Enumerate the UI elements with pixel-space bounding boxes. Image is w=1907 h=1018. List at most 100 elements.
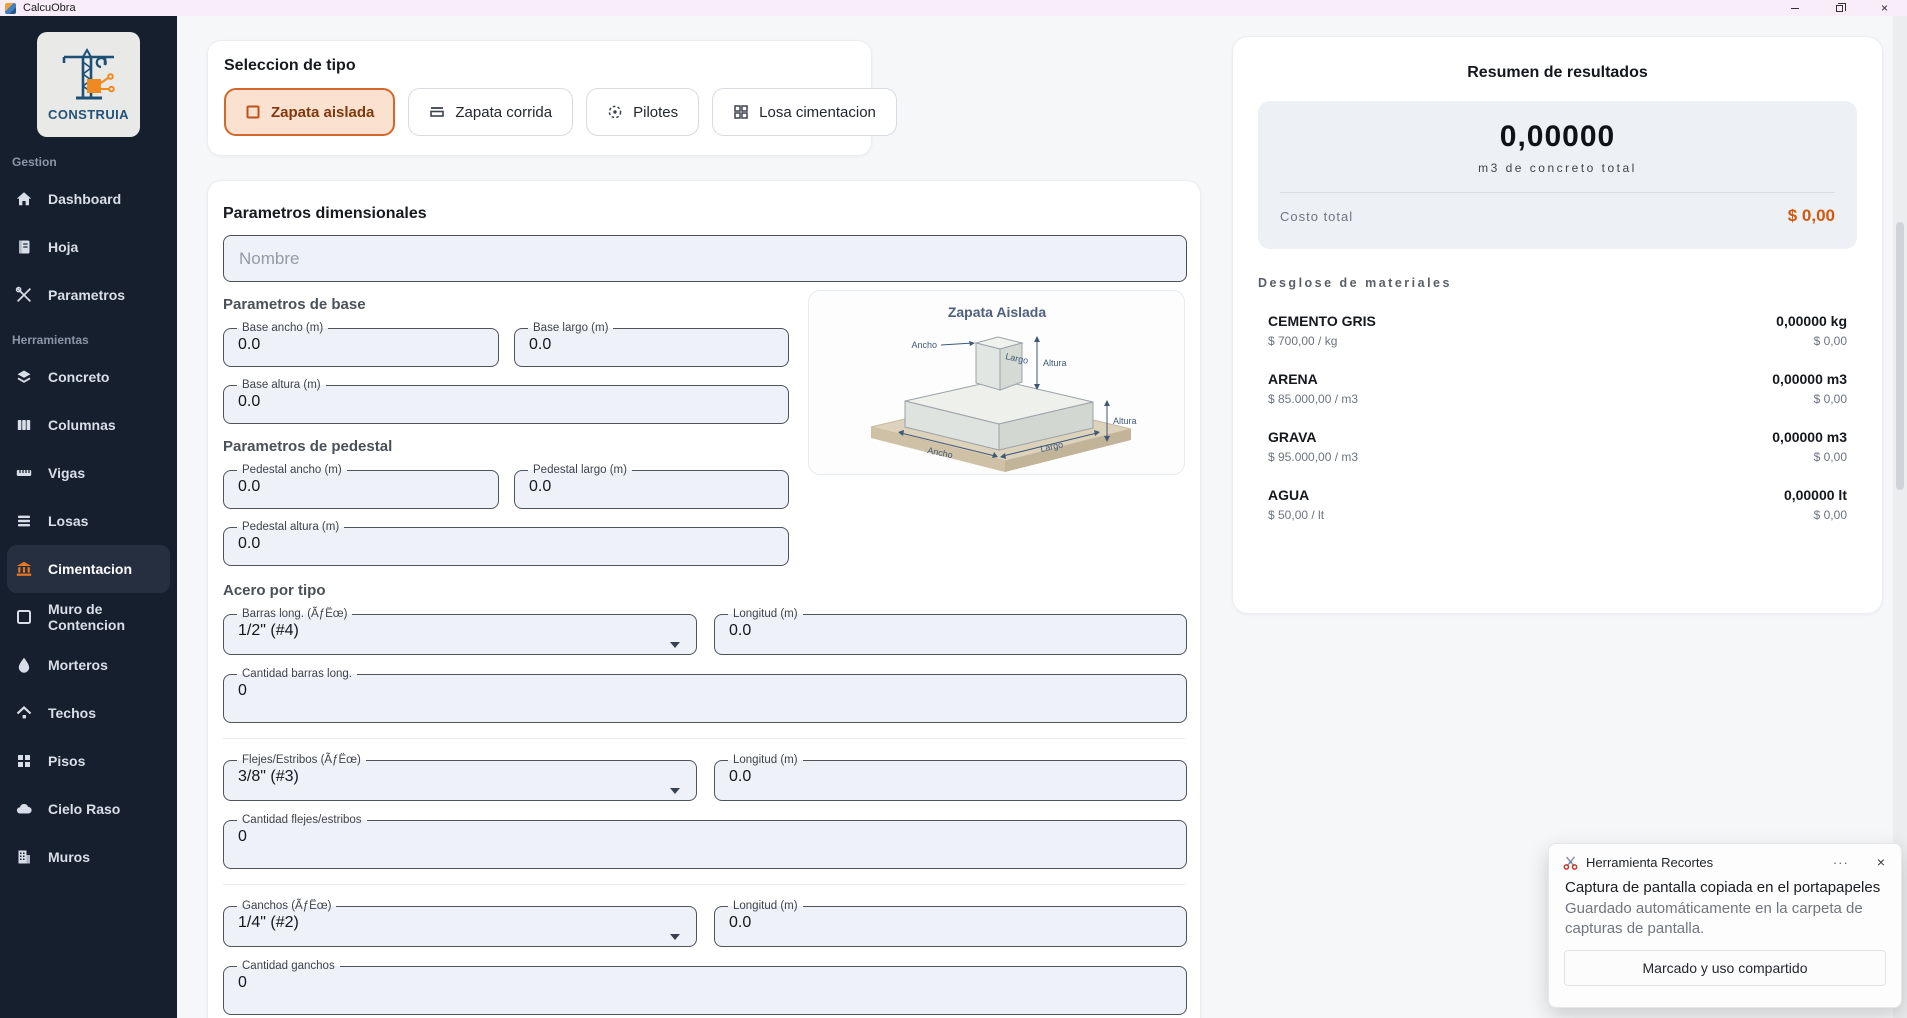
base-ancho-field[interactable]: Base ancho (m) 0.0: [223, 322, 499, 367]
material-quantity: 0,00000 m3: [1772, 371, 1847, 387]
acero-section-title: Acero por tipo: [223, 582, 1185, 599]
snipping-tool-toast: Herramienta Recortes ··· × Captura de pa…: [1548, 843, 1902, 1008]
material-total: $ 0,00: [1814, 392, 1847, 406]
type-option-zapata-corrida[interactable]: Zapata corrida: [408, 88, 573, 136]
grid-outline-icon: [733, 104, 749, 120]
ruler-icon: [14, 464, 34, 482]
section-label-herramientas: Herramientas: [0, 319, 177, 353]
type-option-pilotes[interactable]: Pilotes: [586, 88, 699, 136]
home-icon: [14, 190, 34, 208]
type-selector-card: Seleccion de tipo Zapata aislada Zapata …: [207, 40, 872, 156]
droplet-icon: [14, 656, 34, 674]
tools-icon: [14, 286, 34, 304]
toast-action-button[interactable]: Marcado y uso compartido: [1564, 950, 1886, 986]
material-name: CEMENTO GRIS: [1268, 313, 1376, 329]
minimize-button[interactable]: [1772, 0, 1817, 16]
target-icon: [607, 104, 623, 120]
material-name: GRAVA: [1268, 429, 1316, 445]
sidebar-item-columnas[interactable]: Columnas: [0, 401, 177, 449]
base-altura-field[interactable]: Base altura (m) 0.0: [223, 379, 789, 424]
material-quantity: 0,00000 kg: [1776, 313, 1847, 329]
bank-icon: [14, 560, 34, 578]
cloud-icon: [14, 800, 34, 818]
app-icon: [5, 3, 16, 14]
name-input[interactable]: [223, 235, 1187, 282]
toast-title: Captura de pantalla copiada en el portap…: [1565, 879, 1885, 896]
barras-longitud-field[interactable]: Longitud (m) 0.0: [714, 608, 1187, 655]
building-icon: [14, 848, 34, 866]
total-concrete-unit: m3 de concreto total: [1280, 161, 1835, 175]
total-concrete-value: 0,00000: [1280, 101, 1835, 154]
type-selector-title: Seleccion de tipo: [224, 57, 855, 75]
sidebar-item-muro-de-contencion[interactable]: Muro de Contencion: [0, 593, 177, 641]
dropdown-caret-icon: [670, 642, 680, 648]
material-quantity: 0,00000 lt: [1784, 487, 1847, 503]
illustration-title: Zapata Aislada: [948, 304, 1047, 320]
material-total: $ 0,00: [1814, 334, 1847, 348]
roof-icon: [14, 704, 34, 722]
results-card: Resumen de resultados 0,00000 m3 de conc…: [1232, 36, 1883, 614]
sidebar-item-pisos[interactable]: Pisos: [0, 737, 177, 785]
sidebar-item-concreto[interactable]: Concreto: [0, 353, 177, 401]
square-icon: [14, 608, 34, 626]
maximize-icon: [1836, 5, 1843, 12]
material-row-cemento: CEMENTO GRIS0,00000 kg $ 700,00 / kg$ 0,…: [1258, 313, 1857, 348]
sidebar-item-losas[interactable]: Losas: [0, 497, 177, 545]
pedestal-ancho-field[interactable]: Pedestal ancho (m) 0.0: [223, 464, 499, 509]
grid-icon: [14, 752, 34, 770]
material-unit-price: $ 85.000,00 / m3: [1268, 392, 1358, 406]
toast-menu-button[interactable]: ···: [1833, 855, 1849, 870]
strip-footing-icon: [429, 104, 445, 120]
barras-long-select[interactable]: Barras long. (ÃƒËœ) 1/2" (#4): [223, 608, 697, 655]
crane-logo-icon: [58, 48, 120, 106]
form-title: Parametros dimensionales: [223, 205, 1185, 223]
svg-text:Altura: Altura: [1113, 416, 1137, 426]
flejes-longitud-field[interactable]: Longitud (m) 0.0: [714, 754, 1187, 801]
slabs-icon: [14, 512, 34, 530]
ganchos-longitud-field[interactable]: Longitud (m) 0.0: [714, 900, 1187, 947]
sidebar-item-vigas[interactable]: Vigas: [0, 449, 177, 497]
sidebar: CONSTRUIA Gestion Dashboard Hoja Paramet…: [0, 16, 177, 1018]
sidebar-item-cielo-raso[interactable]: Cielo Raso: [0, 785, 177, 833]
layers-icon: [14, 368, 34, 386]
ganchos-select[interactable]: Ganchos (ÃƒËœ) 1/4" (#2): [223, 900, 697, 947]
maximize-button[interactable]: [1817, 0, 1862, 16]
pedestal-altura-field[interactable]: Pedestal altura (m) 0.0: [223, 521, 789, 566]
pedestal-largo-field[interactable]: Pedestal largo (m) 0.0: [514, 464, 789, 509]
summary-divider: [1280, 192, 1835, 193]
toast-app-name: Herramienta Recortes: [1586, 855, 1713, 870]
toast-close-button[interactable]: ×: [1877, 854, 1885, 870]
dropdown-caret-icon: [670, 934, 680, 940]
cantidad-flejes-field[interactable]: Cantidad flejes/estribos 0: [223, 814, 1187, 869]
sidebar-item-morteros[interactable]: Morteros: [0, 641, 177, 689]
sidebar-item-dashboard[interactable]: Dashboard: [0, 175, 177, 223]
cantidad-barras-field[interactable]: Cantidad barras long. 0: [223, 668, 1187, 723]
sidebar-item-parametros[interactable]: Parametros: [0, 271, 177, 319]
base-largo-field[interactable]: Base largo (m) 0.0: [514, 322, 789, 367]
group-divider: [223, 738, 1185, 739]
group-divider: [223, 884, 1185, 885]
toast-subtitle: Guardado automáticamente en la carpeta d…: [1565, 899, 1885, 938]
zapata-illustration: Zapata Aislada Ancho: [808, 290, 1185, 475]
logo-text: CONSTRUIA: [48, 107, 129, 122]
flejes-estribos-select[interactable]: Flejes/Estribos (ÃƒËœ) 3/8" (#3): [223, 754, 697, 801]
material-quantity: 0,00000 m3: [1772, 429, 1847, 445]
material-row-grava: GRAVA0,00000 m3 $ 95.000,00 / m3$ 0,00: [1258, 429, 1857, 464]
sidebar-item-cimentacion[interactable]: Cimentacion: [7, 545, 170, 593]
material-total: $ 0,00: [1814, 508, 1847, 522]
sidebar-item-techos[interactable]: Techos: [0, 689, 177, 737]
square-outline-icon: [245, 104, 261, 120]
dropdown-caret-icon: [670, 788, 680, 794]
material-unit-price: $ 95.000,00 / m3: [1268, 450, 1358, 464]
base-section-title: Parametros de base: [223, 296, 789, 313]
cost-total-value: $ 0,00: [1788, 206, 1835, 226]
sidebar-item-hoja[interactable]: Hoja: [0, 223, 177, 271]
scrollbar-thumb[interactable]: [1896, 222, 1904, 490]
results-title: Resumen de resultados: [1258, 64, 1857, 82]
type-option-zapata-aislada[interactable]: Zapata aislada: [224, 88, 395, 136]
sidebar-item-muros[interactable]: Muros: [0, 833, 177, 881]
material-row-agua: AGUA0,00000 lt $ 50,00 / lt$ 0,00: [1258, 487, 1857, 522]
close-button[interactable]: ×: [1862, 0, 1907, 16]
cantidad-ganchos-field[interactable]: Cantidad ganchos 0: [223, 960, 1187, 1015]
type-option-losa-cimentacion[interactable]: Losa cimentacion: [712, 88, 897, 136]
